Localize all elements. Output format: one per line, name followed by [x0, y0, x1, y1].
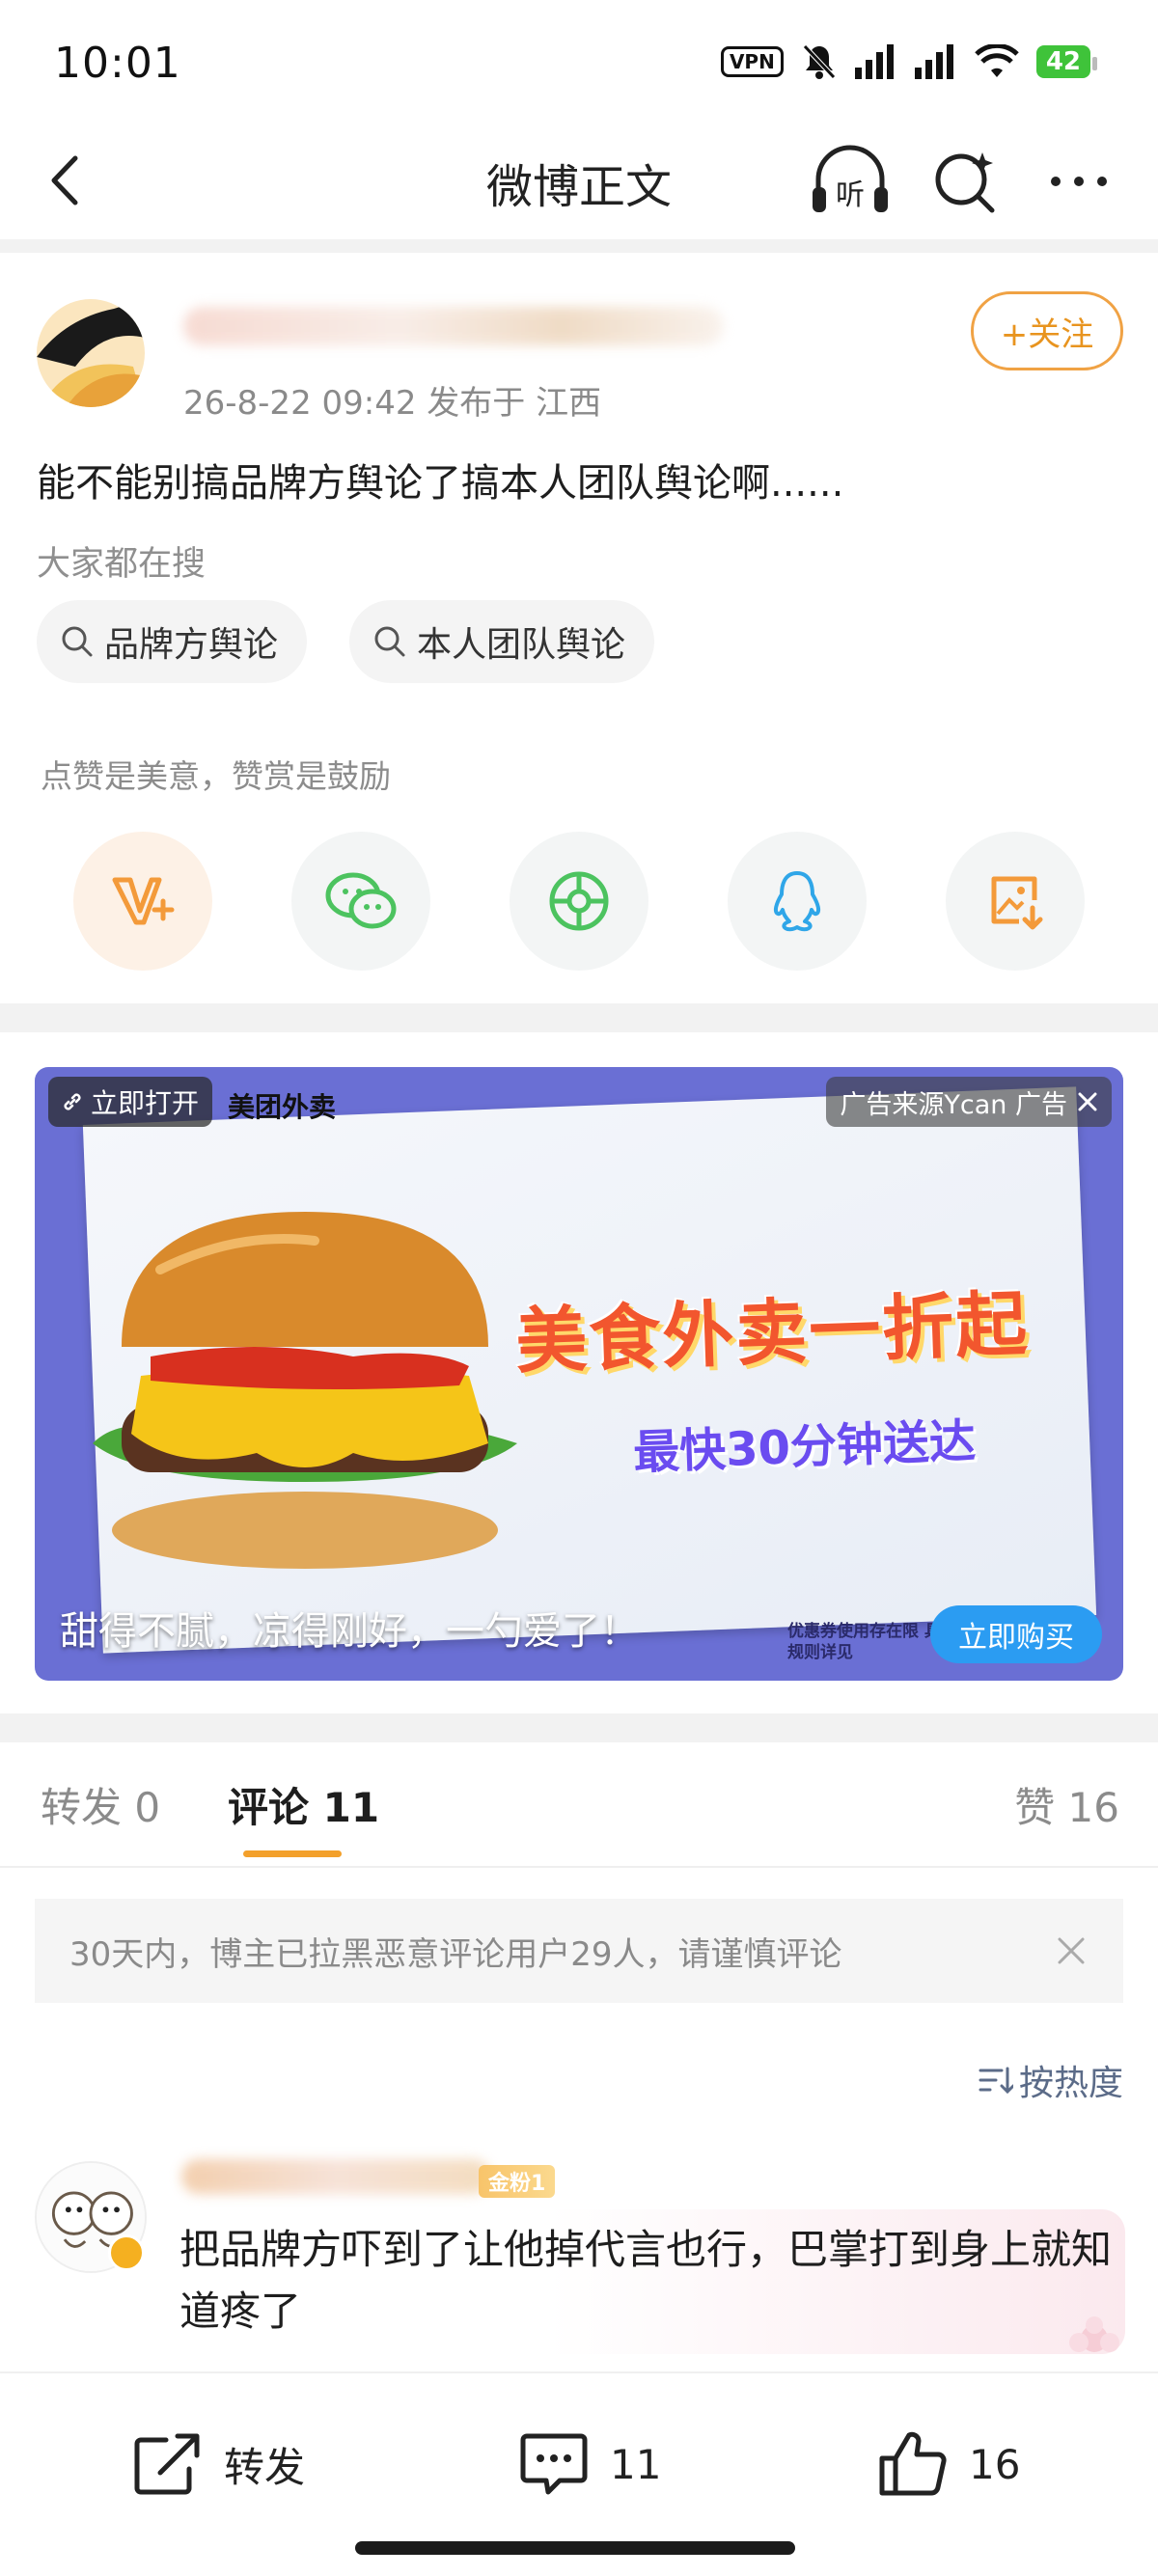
author-avatar[interactable]: [37, 299, 145, 407]
sort-by-hot-button[interactable]: 按热度: [979, 2055, 1123, 2105]
share-save-image-button[interactable]: [946, 832, 1085, 971]
burger-image: [93, 1212, 517, 1569]
search-tag-team[interactable]: 本人团队舆论: [349, 600, 655, 683]
status-bar: 10:01 VPN 42: [0, 0, 1158, 125]
link-icon: [64, 1093, 81, 1110]
close-icon[interactable]: [1048, 1928, 1094, 1974]
bottom-action-bar: 转发 11 16: [0, 2371, 1158, 2526]
trending-search-label: 大家都在搜: [37, 545, 207, 584]
home-indicator[interactable]: [355, 2541, 795, 2555]
divider: [0, 1003, 1158, 1032]
share-qq-button[interactable]: [728, 832, 867, 971]
ad-source-label: 广告来源Ycan 广告: [840, 1089, 1067, 1120]
top-nav-bar: 微博正文 听: [0, 125, 1158, 239]
commenter-name-blurred[interactable]: [181, 2159, 490, 2194]
search-tag-label: 本人团队舆论: [417, 625, 626, 665]
mute-icon: [802, 44, 836, 79]
divider: [0, 1866, 1158, 1868]
ad-headline: 美食外卖一折起: [513, 1282, 1031, 1384]
vpn-badge: VPN: [720, 46, 784, 77]
more-icon[interactable]: [1042, 145, 1116, 218]
ad-open-app-button[interactable]: 立即打开: [48, 1077, 213, 1127]
repost-label: 转发: [224, 2443, 306, 2491]
block-notice: 30天内，博主已拉黑恶意评论用户29人，请谨慎评论: [35, 1899, 1123, 2003]
listen-label: 听: [836, 178, 865, 212]
qq-icon: [773, 871, 821, 932]
search-tag-brand[interactable]: 品牌方舆论: [37, 600, 308, 683]
wechat-icon: [325, 872, 397, 929]
comment-icon: [520, 2433, 588, 2495]
tab-likes[interactable]: 赞 16: [1014, 1775, 1119, 1834]
comment-count: 11: [610, 2440, 662, 2488]
ad-brand: 美团外卖: [228, 1091, 337, 1123]
reward-tip: 点赞是美意，赞赏是鼓励: [41, 757, 391, 795]
block-notice-text: 30天内，博主已拉黑恶意评论用户29人，请谨慎评论: [69, 1934, 842, 1974]
like-count: 16: [969, 2440, 1021, 2488]
author-name-blurred[interactable]: [183, 307, 724, 345]
save-image-icon: [991, 876, 1043, 930]
status-time: 10:01: [54, 39, 181, 88]
divider: [0, 239, 1158, 253]
signal-2-icon: [914, 44, 953, 79]
battery-indicator: 42: [1035, 45, 1098, 78]
share-wechat-button[interactable]: [291, 832, 430, 971]
moments-icon: [549, 871, 609, 931]
share-vplus-button[interactable]: [73, 832, 212, 971]
sort-label: 按热度: [1018, 2064, 1123, 2103]
vplus-reward-icon: [112, 877, 175, 925]
post-text: 能不能别搞品牌方舆论了搞本人团队舆论啊......: [37, 461, 844, 506]
repost-button[interactable]: 转发: [131, 2427, 305, 2501]
comment-button[interactable]: 11: [517, 2427, 661, 2501]
flower-decoration-icon: [1069, 2316, 1119, 2352]
signal-icon: [854, 44, 894, 79]
thumbs-up-icon: [879, 2431, 947, 2496]
ad-open-label: 立即打开: [91, 1087, 200, 1119]
ad-caption: 甜得不腻，凉得刚好，一勺爱了！: [60, 1609, 639, 1654]
ad-buy-button[interactable]: 立即购买: [930, 1605, 1102, 1663]
ad-source-close[interactable]: 广告来源Ycan 广告: [826, 1077, 1112, 1127]
status-icons: VPN 42: [720, 42, 1098, 81]
follow-button[interactable]: +关注: [971, 291, 1123, 370]
comment-text: 把品牌方吓到了让他掉代言也行，巴掌打到身上就知道疼了: [179, 2226, 1113, 2335]
verified-badge-icon: [108, 2234, 145, 2271]
close-icon[interactable]: [1077, 1091, 1098, 1112]
like-button[interactable]: 16: [876, 2427, 1020, 2501]
sort-icon: [979, 2067, 1013, 2095]
search-icon[interactable]: [928, 145, 1002, 218]
active-tab-indicator: [243, 1850, 342, 1857]
tab-repost[interactable]: 转发 0: [41, 1775, 160, 1834]
divider: [0, 1713, 1158, 1742]
search-icon: [374, 626, 405, 657]
ad-subline: 最快30分钟送达: [632, 1413, 977, 1481]
post-meta: 26-8-22 09:42 发布于 江西: [183, 384, 602, 423]
repost-icon: [134, 2433, 200, 2495]
wifi-icon: [975, 44, 1019, 77]
search-icon: [62, 626, 93, 657]
ad-banner[interactable]: 立即打开 美团外卖 广告来源Ycan 广告 美食外卖一折起 最快30分钟送达 甜…: [35, 1067, 1123, 1681]
share-moments-button[interactable]: [510, 832, 648, 971]
back-icon[interactable]: [35, 147, 102, 214]
search-tag-label: 品牌方舆论: [104, 625, 279, 665]
tab-comments[interactable]: 评论 11: [228, 1775, 379, 1834]
headphones-listen-icon[interactable]: 听: [809, 145, 892, 218]
fan-badge: 金粉1: [479, 2165, 556, 2198]
